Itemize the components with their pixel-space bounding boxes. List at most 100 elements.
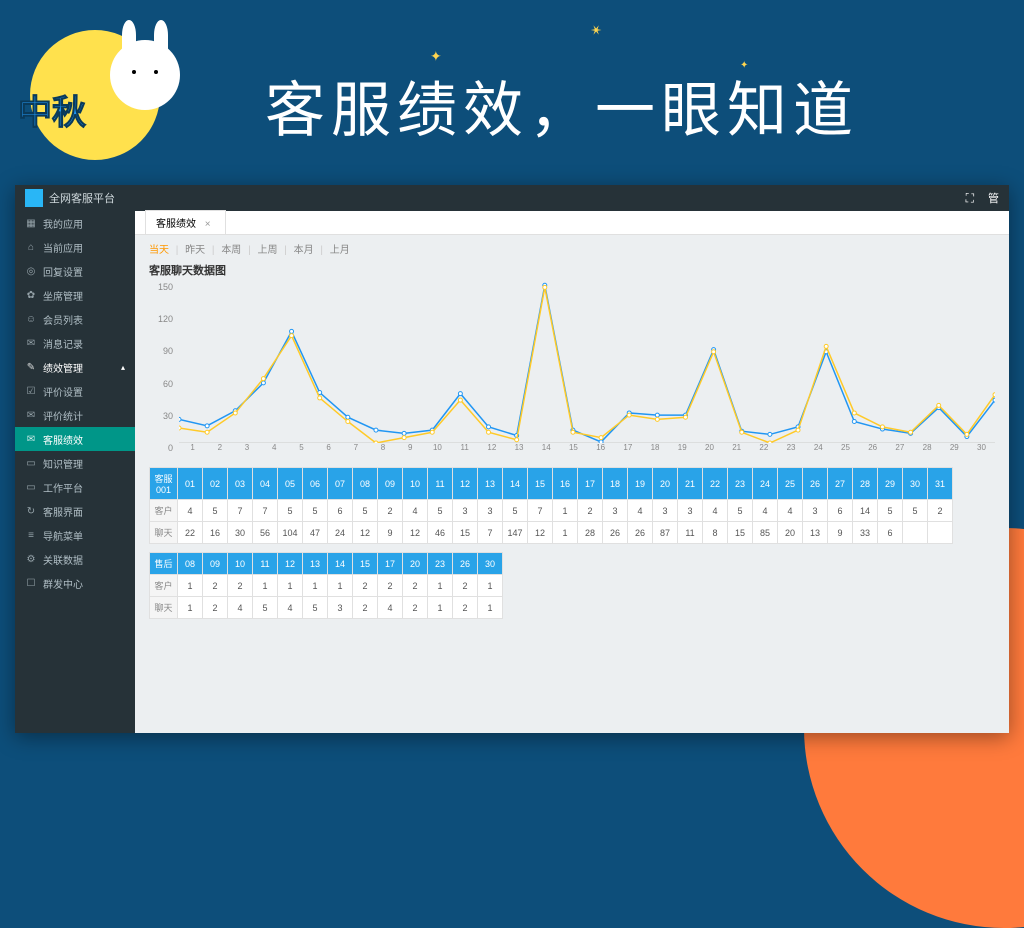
- close-icon[interactable]: ×: [205, 219, 211, 230]
- x-tick: 17: [614, 443, 641, 457]
- sidebar-item[interactable]: ✎绩效管理▴: [15, 355, 135, 379]
- cell: 12: [403, 522, 428, 544]
- cell: 1: [553, 522, 578, 544]
- x-tick: 5: [288, 443, 315, 457]
- cell: 2: [203, 575, 228, 597]
- tab-bar: 客服绩效 ×: [135, 211, 1009, 235]
- cell: 15: [453, 522, 478, 544]
- cell: 20: [778, 522, 803, 544]
- row-label: 聊天: [150, 597, 178, 619]
- cell: 12: [353, 522, 378, 544]
- sidebar-item[interactable]: ▦我的应用: [15, 211, 135, 235]
- fullscreen-icon[interactable]: ⛶: [966, 191, 974, 206]
- sidebar-icon: ≡: [25, 530, 37, 541]
- filter-当天[interactable]: 当天: [149, 245, 169, 256]
- topbar: 全网客服平台 ⛶ 管: [15, 185, 1009, 211]
- caret-up-icon: ▴: [121, 363, 125, 372]
- cell: 7: [528, 500, 553, 522]
- col-header: 25: [778, 468, 803, 500]
- col-header: 16: [553, 468, 578, 500]
- cell: 1: [428, 597, 453, 619]
- cell: 5: [428, 500, 453, 522]
- filter-上月[interactable]: 上月: [330, 245, 350, 256]
- col-header: 12: [278, 553, 303, 575]
- sidebar-label: 消息记录: [43, 336, 83, 351]
- cell: 147: [503, 522, 528, 544]
- cell: 1: [428, 575, 453, 597]
- cell: 5: [303, 500, 328, 522]
- sidebar-icon: ▭: [25, 482, 37, 493]
- col-header: 27: [828, 468, 853, 500]
- filter-本周[interactable]: 本周: [221, 245, 241, 256]
- sidebar-item[interactable]: ⚙关联数据: [15, 547, 135, 571]
- sidebar-item[interactable]: ☑ 评价设置: [15, 379, 135, 403]
- x-tick: 28: [913, 443, 940, 457]
- sidebar-label: 会员列表: [43, 312, 83, 327]
- cell: 4: [403, 500, 428, 522]
- sidebar-item[interactable]: ☐群发中心: [15, 571, 135, 595]
- cell: 1: [178, 597, 203, 619]
- sidebar-label: 评价设置: [43, 384, 83, 399]
- cell: 2: [203, 597, 228, 619]
- filter-上周[interactable]: 上周: [257, 245, 277, 256]
- sidebar-icon: ☑: [25, 386, 37, 397]
- x-tick: 11: [451, 443, 478, 457]
- x-tick: 25: [832, 443, 859, 457]
- sidebar-item[interactable]: ⌂当前应用: [15, 235, 135, 259]
- table-1-wrap: 客服00101020304050607080910111213141516171…: [149, 467, 995, 544]
- x-tick: 13: [505, 443, 532, 457]
- tab-performance[interactable]: 客服绩效 ×: [145, 210, 226, 234]
- x-tick: 8: [369, 443, 396, 457]
- sidebar: ▦我的应用⌂当前应用◎回复设置✿坐席管理☺会员列表 ✉ 消息记录 ✎绩效管理▴ ☑ 评价设…: [15, 211, 135, 733]
- brand-name: 全网客服平台: [49, 190, 115, 206]
- account-label[interactable]: 管: [988, 190, 999, 206]
- sidebar-item[interactable]: ✉客服绩效: [15, 427, 135, 451]
- sidebar-icon: ✉: [25, 434, 37, 445]
- col-header: 11: [253, 553, 278, 575]
- cell: 1: [478, 597, 503, 619]
- filter-本月[interactable]: 本月: [294, 245, 314, 256]
- sidebar-item[interactable]: ✉评价统计: [15, 403, 135, 427]
- cell: 11: [678, 522, 703, 544]
- x-tick: 2: [206, 443, 233, 457]
- col-header: 15: [353, 553, 378, 575]
- cell: 1: [253, 575, 278, 597]
- col-header: 04: [253, 468, 278, 500]
- sidebar-item[interactable]: ▭知识管理: [15, 451, 135, 475]
- sidebar-icon: ▦: [25, 218, 37, 229]
- sidebar-icon: ✎: [25, 362, 37, 373]
- sidebar-item[interactable]: ◎回复设置: [15, 259, 135, 283]
- col-header: 09: [203, 553, 228, 575]
- cell: 1: [278, 575, 303, 597]
- sidebar-icon: ↻: [25, 506, 37, 517]
- sidebar-item[interactable]: ≡导航菜单: [15, 523, 135, 547]
- col-header: 13: [303, 553, 328, 575]
- x-tick: 20: [696, 443, 723, 457]
- cell: 2: [403, 575, 428, 597]
- festival-logo-text: 中秋: [18, 85, 86, 134]
- x-tick: 4: [261, 443, 288, 457]
- sidebar-icon: ✉: [25, 338, 37, 349]
- sidebar-item[interactable]: ↻客服界面: [15, 499, 135, 523]
- sidebar-item[interactable]: ✉ 消息记录: [15, 331, 135, 355]
- col-header: 17: [578, 468, 603, 500]
- sidebar-label: 关联数据: [43, 552, 83, 567]
- sidebar-item[interactable]: ✿坐席管理: [15, 283, 135, 307]
- cell: 24: [328, 522, 353, 544]
- cell: 3: [328, 597, 353, 619]
- sidebar-item[interactable]: ☺会员列表: [15, 307, 135, 331]
- cell: 26: [628, 522, 653, 544]
- x-tick: 29: [941, 443, 968, 457]
- col-header: 24: [753, 468, 778, 500]
- cell: 3: [603, 500, 628, 522]
- sidebar-icon: ◎: [25, 266, 37, 277]
- x-tick: 24: [805, 443, 832, 457]
- sidebar-item[interactable]: ▭工作平台: [15, 475, 135, 499]
- filter-昨天[interactable]: 昨天: [185, 245, 205, 256]
- x-tick: 6: [315, 443, 342, 457]
- col-header: 30: [478, 553, 503, 575]
- cell: 14: [853, 500, 878, 522]
- cell: 4: [753, 500, 778, 522]
- cell: 6: [828, 500, 853, 522]
- dashboard-screenshot: 全网客服平台 ⛶ 管 ▦我的应用⌂当前应用◎回复设置✿坐席管理☺会员列表 ✉ 消息记…: [15, 185, 1009, 733]
